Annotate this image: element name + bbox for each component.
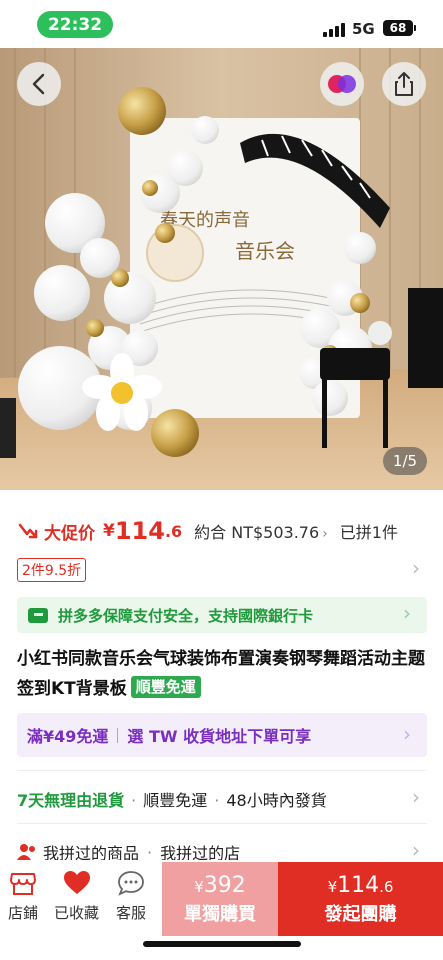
approx-price: 約合 NT$503.76 — [194, 523, 320, 542]
divider — [117, 727, 119, 743]
group-price-dec: .6 — [379, 877, 394, 896]
chat-icon — [118, 871, 144, 896]
home-indicator — [143, 941, 301, 947]
store-label: 店鋪 — [8, 904, 39, 922]
customer-service-button[interactable]: 客服 — [116, 870, 146, 923]
shipping-promo-bar[interactable]: 滿¥49免運 選 TW 收貨地址下單可享 — [17, 713, 427, 757]
status-bar: 22:32 5G 68 — [0, 0, 443, 48]
product-title-text: 小红书同款音乐会气球装饰布置演奏钢琴舞蹈活动主题签到KT背景板 — [17, 649, 425, 699]
share-button[interactable] — [382, 62, 426, 106]
sf-free-shipping: 順豐免運 — [143, 791, 208, 810]
chevron-right-icon: › — [322, 526, 328, 542]
price-row: 大促价 ¥ 114 .6 約合 NT$503.76 › 已拼1件 — [18, 516, 438, 546]
back-button[interactable] — [17, 62, 61, 106]
product-image[interactable]: 春天的声音 音乐会 — [0, 48, 443, 490]
brand-button[interactable] — [320, 62, 364, 106]
price-currency: ¥ — [103, 521, 115, 541]
solo-label: 單獨購買 — [184, 903, 256, 925]
group-label: 發起團購 — [324, 903, 397, 925]
return-policy: 7天無理由退貨 — [17, 791, 125, 810]
chevron-right-icon[interactable]: › — [403, 601, 411, 625]
price-integer: 114 — [114, 517, 165, 545]
brand-logo-icon — [328, 75, 356, 93]
solo-currency: ¥ — [194, 877, 204, 896]
discount-tag[interactable]: 2件9.5折 — [17, 558, 87, 582]
group-currency: ¥ — [327, 877, 338, 896]
group-price-int: 114 — [337, 872, 380, 898]
saved-button[interactable]: 已收藏 — [54, 870, 99, 923]
back-icon — [32, 73, 45, 95]
approx-price-link[interactable]: 約合 NT$503.76 › — [194, 519, 328, 543]
store-icon — [10, 873, 36, 895]
sf-shipping-badge: 順豐免運 — [130, 676, 201, 698]
joined-count: 已拼1件 — [339, 523, 398, 542]
divider — [17, 770, 427, 771]
service-label: 客服 — [116, 904, 147, 922]
battery-level: 68 — [389, 21, 407, 35]
assurance-text: 拼多多保障支付安全，支持國際銀行卡 — [58, 606, 314, 625]
store-button[interactable]: 店鋪 — [8, 870, 38, 923]
buy-alone-button[interactable]: ¥392 單獨購買 — [162, 862, 278, 936]
share-icon — [395, 72, 413, 96]
shipping-condition: 選 TW 收貨地址下單可享 — [127, 727, 312, 746]
heart-icon — [63, 871, 90, 894]
service-row[interactable]: 7天無理由退貨 · 順豐免運 · 48小時內發貨 — [17, 787, 327, 811]
price-decimal: .6 — [164, 521, 183, 541]
image-counter: 1/5 — [383, 447, 427, 475]
price-down-icon — [18, 523, 38, 539]
status-time: 22:32 — [37, 11, 113, 38]
chevron-right-icon[interactable]: › — [403, 722, 411, 746]
backdrop-text-2: 音乐会 — [235, 239, 295, 263]
product-title: 小红书同款音乐会气球装饰布置演奏钢琴舞蹈活动主题签到KT背景板 順豐免運 — [17, 644, 432, 704]
free-shipping-threshold: 滿¥49免運 — [27, 727, 109, 746]
chevron-right-icon[interactable]: › — [412, 838, 420, 862]
dispatch-time: 48小時內發貨 — [226, 791, 327, 810]
promo-label: 大促价 — [44, 523, 95, 544]
solo-price: 392 — [203, 872, 246, 898]
chevron-right-icon[interactable]: › — [412, 556, 420, 580]
network-label: 5G — [352, 20, 375, 38]
group-buy-button[interactable]: ¥114.6 發起團購 — [278, 862, 443, 936]
saved-label: 已收藏 — [54, 904, 100, 922]
payment-assurance-bar[interactable]: 拼多多保障支付安全，支持國際銀行卡 — [17, 597, 427, 633]
card-icon — [28, 607, 48, 623]
user-icon — [17, 844, 35, 860]
battery-icon: 68 — [383, 20, 416, 36]
signal-icon — [323, 23, 345, 37]
chevron-right-icon[interactable]: › — [412, 785, 420, 809]
divider — [17, 823, 427, 824]
